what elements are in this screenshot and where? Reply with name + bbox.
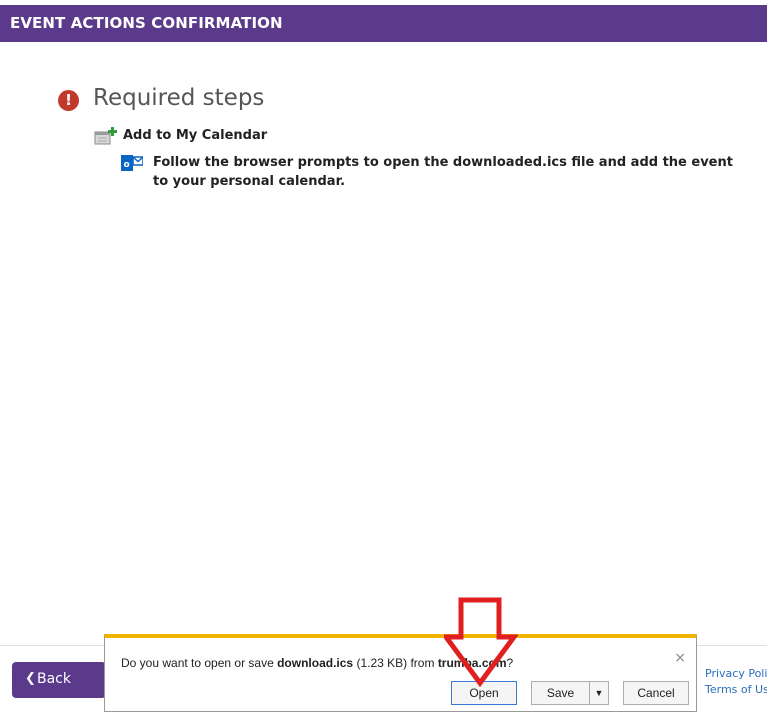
required-steps-heading: Required steps: [93, 85, 265, 111]
cancel-button[interactable]: Cancel: [623, 681, 689, 705]
download-notification-bar: Do you want to open or save download.ics…: [104, 634, 697, 712]
page-title: EVENT ACTIONS CONFIRMATION: [10, 14, 283, 32]
step-description: Follow the browser prompts to open the d…: [153, 155, 733, 189]
save-button[interactable]: Save: [531, 681, 590, 705]
save-dropdown-button[interactable]: ▼: [589, 681, 609, 705]
svg-text:o: o: [124, 160, 130, 170]
close-icon[interactable]: ×: [674, 650, 686, 666]
red-arrow-annotation: [444, 597, 518, 687]
back-button-label: Back: [37, 671, 71, 687]
back-button[interactable]: ❮ Back: [12, 662, 106, 698]
calendar-add-icon: [94, 127, 118, 149]
privacy-policy-link[interactable]: Privacy Policy: [705, 666, 767, 682]
footer-links: Privacy Policy Terms of Use: [705, 666, 767, 698]
download-filename: download.ics: [277, 656, 354, 670]
terms-of-use-link[interactable]: Terms of Use: [705, 682, 767, 698]
download-size: (1.23 KB) from: [353, 656, 438, 670]
exclamation-icon: !: [58, 90, 79, 111]
page-header: EVENT ACTIONS CONFIRMATION: [0, 5, 767, 42]
chevron-left-icon: ❮: [25, 671, 36, 686]
add-to-calendar-label: Add to My Calendar: [123, 128, 268, 143]
prompt-prefix: Do you want to open or save: [121, 656, 278, 670]
outlook-icon: o: [121, 153, 144, 177]
